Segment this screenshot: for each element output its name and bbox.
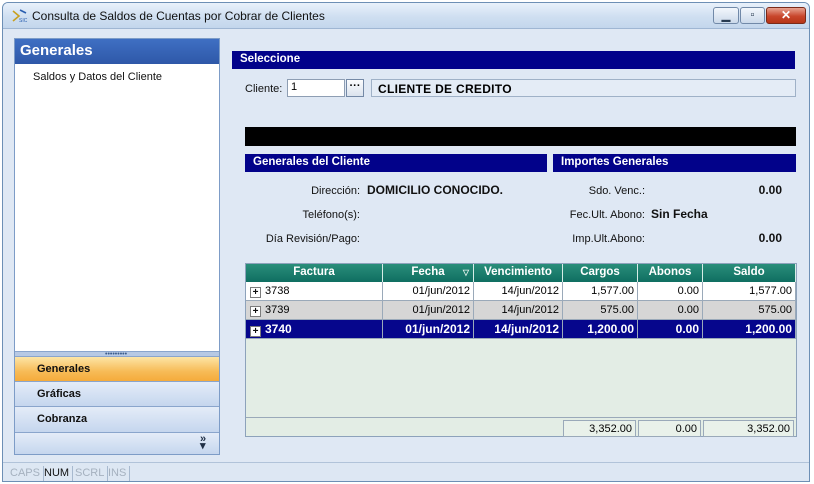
cell-fecha: 01/jun/2012	[383, 320, 474, 339]
app-logo-icon: SIC	[12, 9, 28, 23]
column-header-factura[interactable]: Factura	[246, 264, 383, 282]
total-abonos: 0.00	[638, 420, 701, 437]
main-content: Seleccione Cliente: 1 ··· CLIENTE DE CRE…	[232, 41, 807, 457]
fec-ult-abono-value: Sin Fecha	[651, 207, 708, 221]
direccion-label: Dirección:	[311, 185, 360, 197]
sdo-venc-value: 0.00	[758, 183, 782, 197]
left-panel: Generales Saldos y Datos del Cliente •••…	[14, 38, 220, 455]
telefono-label: Teléfono(s):	[302, 209, 360, 221]
total-cargos: 3,352.00	[563, 420, 636, 437]
minimize-icon: ▁	[721, 10, 731, 22]
cliente-search-button[interactable]: ···	[346, 79, 364, 97]
cell-saldo: 575.00	[703, 301, 796, 320]
importes-generales-header: Importes Generales	[553, 154, 796, 172]
seleccione-header: Seleccione	[232, 51, 795, 69]
cell-abonos: 0.00	[638, 301, 703, 320]
title-bar[interactable]: SIC Consulta de Saldos de Cuentas por Co…	[3, 3, 809, 29]
column-header-vencimiento[interactable]: Vencimiento	[474, 264, 563, 282]
column-header-fecha-label: Fecha	[411, 266, 445, 278]
status-scrl: SCRL	[72, 466, 109, 481]
column-header-saldo[interactable]: Saldo	[703, 264, 796, 282]
expand-plus-icon[interactable]: +	[250, 287, 261, 298]
left-panel-header: Generales	[15, 39, 219, 64]
cell-factura: +3739	[246, 301, 383, 320]
cell-saldo: 1,577.00	[703, 282, 796, 301]
sdo-venc-label: Sdo. Venc.:	[588, 185, 645, 197]
fec-ult-abono-label: Fec.Ult. Abono:	[569, 209, 645, 221]
close-icon: ✕	[780, 8, 792, 22]
cliente-input[interactable]: 1	[287, 79, 345, 97]
cell-saldo: 1,200.00	[703, 320, 796, 339]
status-num: NUM	[41, 466, 74, 481]
column-header-cargos[interactable]: Cargos	[563, 264, 638, 282]
maximize-icon: ▫	[750, 9, 755, 21]
status-ins: INS	[105, 466, 131, 481]
status-caps: CAPS	[7, 466, 44, 481]
dia-revision-label: Día Revisión/Pago:	[265, 233, 360, 245]
direccion-value: DOMICILIO CONOCIDO.	[367, 183, 503, 197]
nav-button-cobranza[interactable]: Cobranza	[15, 406, 219, 432]
cell-cargos: 1,200.00	[563, 320, 638, 339]
cliente-label: Cliente:	[245, 83, 283, 95]
message-bar	[245, 127, 796, 146]
cell-abonos: 0.00	[638, 320, 703, 339]
column-header-fecha[interactable]: Fecha ▽	[383, 264, 474, 282]
status-bar: CAPS NUM SCRL INS	[3, 462, 809, 481]
nav-button-graficas[interactable]: Gráficas	[15, 381, 219, 406]
expand-plus-icon[interactable]: +	[250, 326, 261, 337]
chevron-double-down-icon[interactable]: » ▾	[200, 434, 206, 452]
table-row[interactable]: +3739 01/jun/2012 14/jun/2012 575.00 0.0…	[246, 301, 796, 320]
cell-factura: +3740	[246, 320, 383, 339]
generales-cliente-header: Generales del Cliente	[245, 154, 547, 172]
window-title: Consulta de Saldos de Cuentas por Cobrar…	[32, 9, 325, 23]
expand-plus-icon[interactable]: +	[250, 306, 261, 317]
nav-button-generales[interactable]: Generales	[15, 356, 219, 381]
svg-text:SIC: SIC	[19, 18, 28, 23]
facturas-grid[interactable]: Factura Fecha ▽ Vencimiento Cargos Abono…	[245, 263, 797, 437]
table-row-selected[interactable]: +3740 01/jun/2012 14/jun/2012 1,200.00 0…	[246, 320, 796, 339]
total-saldo: 3,352.00	[703, 420, 794, 437]
cell-cargos: 575.00	[563, 301, 638, 320]
imp-ult-abono-label: Imp.Ult.Abono:	[572, 233, 645, 245]
imp-ult-abono-value: 0.00	[758, 231, 782, 245]
cliente-name-field: CLIENTE DE CREDITO	[371, 79, 796, 97]
cell-abonos: 0.00	[638, 282, 703, 301]
app-window: SIC Consulta de Saldos de Cuentas por Co…	[2, 2, 810, 482]
cell-fecha: 01/jun/2012	[383, 282, 474, 301]
cell-cargos: 1,577.00	[563, 282, 638, 301]
cell-vencimiento: 14/jun/2012	[474, 301, 563, 320]
cell-vencimiento: 14/jun/2012	[474, 320, 563, 339]
grid-totals-footer: 3,352.00 0.00 3,352.00	[246, 417, 796, 437]
close-button[interactable]: ✕	[766, 7, 806, 24]
ellipsis-icon: ···	[349, 80, 361, 92]
cell-factura: +3738	[246, 282, 383, 301]
table-row[interactable]: +3738 01/jun/2012 14/jun/2012 1,577.00 0…	[246, 282, 796, 301]
nav-overflow-bar[interactable]: » ▾	[15, 432, 219, 454]
sort-descending-icon: ▽	[462, 268, 469, 277]
cell-fecha: 01/jun/2012	[383, 301, 474, 320]
minimize-button[interactable]: ▁	[713, 7, 739, 24]
column-header-abonos[interactable]: Abonos	[638, 264, 703, 282]
maximize-button[interactable]: ▫	[740, 7, 765, 24]
cell-vencimiento: 14/jun/2012	[474, 282, 563, 301]
nav-item-saldos[interactable]: Saldos y Datos del Cliente	[33, 71, 219, 83]
